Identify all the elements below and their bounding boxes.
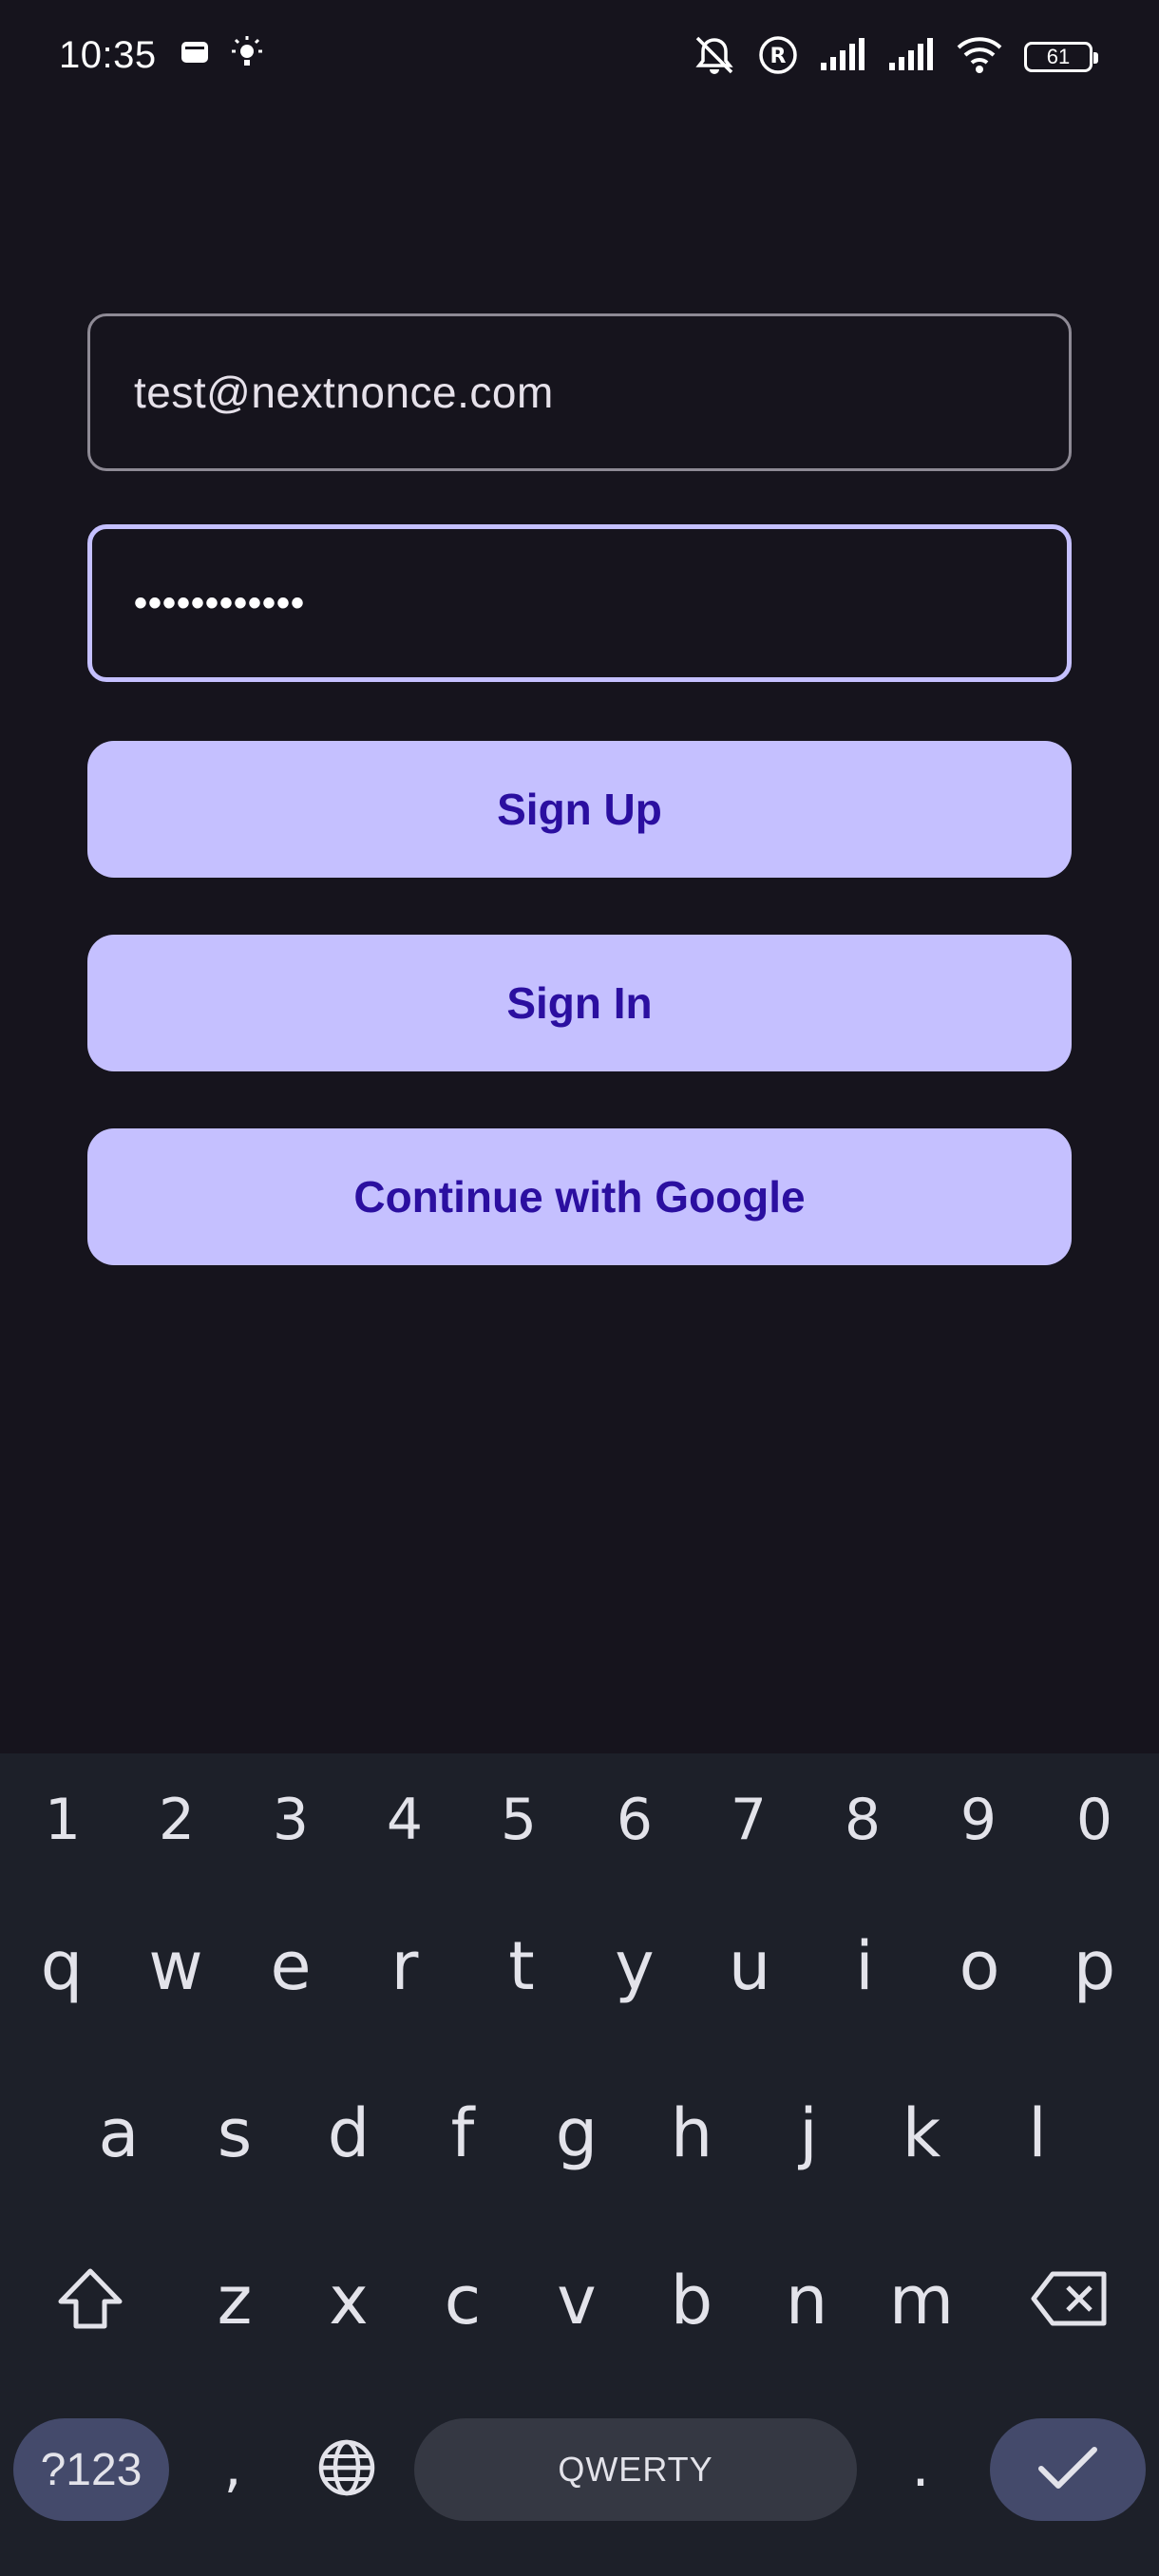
globe-icon [316, 2437, 377, 2502]
key-h[interactable]: h [639, 2067, 744, 2200]
key-r[interactable]: r [352, 1900, 457, 2033]
key-a[interactable]: a [66, 2067, 171, 2200]
status-time: 10:35 [59, 34, 157, 76]
soft-keyboard: 1 2 3 4 5 6 7 8 9 0 q w e r t y u i o p … [0, 1753, 1159, 2576]
key-y[interactable]: y [582, 1900, 687, 2033]
key-n[interactable]: n [754, 2234, 859, 2367]
key-l[interactable]: l [985, 2067, 1090, 2200]
key-e[interactable]: e [238, 1900, 343, 2033]
done-key[interactable] [990, 2418, 1146, 2521]
key-d[interactable]: d [296, 2067, 401, 2200]
shift-icon [57, 2267, 124, 2334]
key-4[interactable]: 4 [357, 1772, 452, 1867]
key-9[interactable]: 9 [931, 1772, 1026, 1867]
key-s[interactable]: s [182, 2067, 287, 2200]
key-u[interactable]: u [697, 1900, 802, 2033]
backspace-icon [1030, 2270, 1110, 2331]
key-m[interactable]: m [869, 2234, 974, 2367]
space-key[interactable]: QWERTY [414, 2418, 857, 2521]
key-1[interactable]: 1 [15, 1772, 110, 1867]
password-field[interactable]: •••••••••••• [87, 524, 1072, 682]
battery-icon: 61 [1024, 42, 1098, 72]
sign-up-button[interactable]: Sign Up [87, 741, 1072, 878]
email-value: test@nextnonce.com [134, 368, 554, 417]
key-t[interactable]: t [469, 1900, 574, 2033]
key-b[interactable]: b [639, 2234, 744, 2367]
key-z[interactable]: z [182, 2234, 287, 2367]
password-value: •••••••••••• [134, 581, 306, 624]
signal-icon [819, 37, 866, 77]
key-2[interactable]: 2 [129, 1772, 224, 1867]
key-6[interactable]: 6 [587, 1772, 682, 1867]
sign-in-button[interactable]: Sign In [87, 935, 1072, 1071]
key-f[interactable]: f [410, 2067, 515, 2200]
comma-key[interactable]: , [190, 2415, 276, 2519]
shift-key[interactable] [38, 2234, 142, 2367]
key-5[interactable]: 5 [471, 1772, 566, 1867]
key-p[interactable]: p [1042, 1900, 1147, 2033]
key-3[interactable]: 3 [243, 1772, 338, 1867]
registered-icon: R [758, 35, 798, 80]
key-7[interactable]: 7 [701, 1772, 796, 1867]
brightness-icon [228, 34, 266, 77]
wifi-icon [956, 36, 1003, 79]
battery-level: 61 [1046, 45, 1071, 68]
key-8[interactable]: 8 [815, 1772, 910, 1867]
status-bar: 10:35 R 61 [0, 0, 1159, 114]
key-k[interactable]: k [869, 2067, 974, 2200]
key-g[interactable]: g [524, 2067, 629, 2200]
key-i[interactable]: i [812, 1900, 917, 2033]
svg-text:R: R [770, 45, 787, 68]
key-q[interactable]: q [10, 1900, 114, 2033]
key-0[interactable]: 0 [1047, 1772, 1142, 1867]
key-j[interactable]: j [756, 2067, 861, 2200]
backspace-key[interactable] [1013, 2234, 1127, 2367]
key-x[interactable]: x [296, 2234, 401, 2367]
key-v[interactable]: v [524, 2234, 629, 2367]
key-w[interactable]: w [124, 1900, 228, 2033]
continue-with-google-button[interactable]: Continue with Google [87, 1128, 1072, 1265]
signal-icon [887, 37, 935, 77]
language-key[interactable] [304, 2418, 390, 2521]
symbols-key[interactable]: ?123 [13, 2418, 169, 2521]
key-o[interactable]: o [927, 1900, 1032, 2033]
period-key[interactable]: . [878, 2415, 963, 2519]
key-c[interactable]: c [410, 2234, 515, 2367]
email-field[interactable]: test@nextnonce.com [87, 313, 1072, 471]
wallet-icon [179, 36, 211, 73]
bell-off-icon [692, 34, 737, 81]
check-icon [1037, 2444, 1098, 2496]
